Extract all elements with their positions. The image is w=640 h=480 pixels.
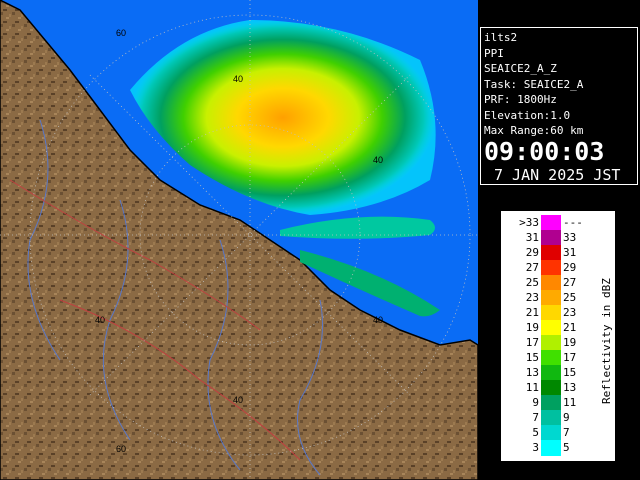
legend-swatch xyxy=(541,230,561,246)
elevation-value: Elevation:1.0 xyxy=(484,108,571,122)
radar-ppi-map[interactable]: 60 40 40 40 40 40 60 xyxy=(0,0,478,480)
legend-swatch xyxy=(541,245,561,261)
legend-lower-bound: 3 xyxy=(532,441,539,454)
legend-swatch xyxy=(541,425,561,441)
legend-lower-bound: 9 xyxy=(532,396,539,409)
legend-upper-bound: 23 xyxy=(563,306,577,319)
reflectivity-legend: Reflectivity in dBZ >33 --- 31 33 29 31 27 29 25… xyxy=(500,210,616,462)
legend-swatch xyxy=(541,275,561,291)
legend-row: 23 25 xyxy=(501,290,617,306)
legend-upper-bound: 17 xyxy=(563,351,577,364)
legend-swatch xyxy=(541,305,561,321)
legend-upper-bound: 5 xyxy=(563,441,570,454)
legend-lower-bound: 5 xyxy=(532,426,539,439)
legend-swatch xyxy=(541,290,561,306)
legend-row: >33 --- xyxy=(501,215,617,231)
legend-row: 31 33 xyxy=(501,230,617,246)
legend-upper-bound: 13 xyxy=(563,381,577,394)
legend-upper-bound: --- xyxy=(563,216,583,229)
legend-row: 21 23 xyxy=(501,305,617,321)
prf-value: PRF: 1800Hz xyxy=(484,93,557,106)
legend-swatch xyxy=(541,380,561,396)
legend-swatch xyxy=(541,335,561,351)
legend-upper-bound: 29 xyxy=(563,261,577,274)
legend-swatch xyxy=(541,215,561,231)
legend-row: 35 xyxy=(501,440,617,456)
legend-row: 25 27 xyxy=(501,275,617,291)
ring-label-60-top: 60 xyxy=(116,28,126,38)
ring-label-40-bottom: 40 xyxy=(233,395,243,405)
ring-label-40-left: 40 xyxy=(95,315,105,325)
legend-upper-bound: 11 xyxy=(563,396,577,409)
legend-upper-bound: 25 xyxy=(563,291,577,304)
legend-row: 57 xyxy=(501,425,617,441)
legend-lower-bound: 23 xyxy=(525,291,539,304)
legend-upper-bound: 33 xyxy=(563,231,577,244)
product-name: SEAICE2_A_Z xyxy=(484,62,557,75)
legend-row: 27 29 xyxy=(501,260,617,276)
observation-time: 09:00:03 xyxy=(484,136,605,166)
legend-row: 19 21 xyxy=(501,320,617,336)
legend-swatch xyxy=(541,440,561,456)
legend-upper-bound: 31 xyxy=(563,246,577,259)
legend-swatch xyxy=(541,350,561,366)
legend-lower-bound: 11 xyxy=(525,381,539,394)
legend-upper-bound: 27 xyxy=(563,276,577,289)
legend-swatch xyxy=(541,365,561,381)
ring-label-60-bottom: 60 xyxy=(116,444,126,454)
legend-upper-bound: 7 xyxy=(563,426,570,439)
observation-date: 7 JAN 2025 JST xyxy=(494,165,621,184)
legend-upper-bound: 19 xyxy=(563,336,577,349)
legend-swatch xyxy=(541,395,561,411)
ring-label-40-top: 40 xyxy=(233,74,243,84)
legend-upper-bound: 9 xyxy=(563,411,570,424)
ring-label-40-right: 40 xyxy=(373,155,383,165)
legend-lower-bound: 19 xyxy=(525,321,539,334)
legend-swatch xyxy=(541,260,561,276)
legend-lower-bound: 25 xyxy=(525,276,539,289)
legend-swatch xyxy=(541,320,561,336)
legend-row: 13 15 xyxy=(501,365,617,381)
scan-mode: PPI xyxy=(484,46,504,60)
legend-upper-bound: 21 xyxy=(563,321,577,334)
ring-label-40-right-low: 40 xyxy=(373,315,383,325)
legend-upper-bound: 15 xyxy=(563,366,577,379)
legend-lower-bound: 21 xyxy=(525,306,539,319)
legend-lower-bound: 27 xyxy=(525,261,539,274)
legend-lower-bound: 17 xyxy=(525,336,539,349)
legend-row: 29 31 xyxy=(501,245,617,261)
legend-row: 79 xyxy=(501,410,617,426)
radar-name: ilts2 xyxy=(484,31,518,44)
legend-lower-bound: 31 xyxy=(525,231,539,244)
legend-lower-bound: 15 xyxy=(525,351,539,364)
legend-swatch xyxy=(541,410,561,426)
radar-info-panel: ilts2 PPI SEAICE2_A_Z Task: SEAICE2_A PR… xyxy=(480,27,638,185)
legend-lower-bound: 7 xyxy=(532,411,539,424)
legend-lower-bound: 13 xyxy=(525,366,539,379)
task-name: Task: SEAICE2_A xyxy=(484,77,584,91)
legend-lower-bound: >33 xyxy=(519,216,539,229)
legend-lower-bound: 29 xyxy=(525,246,539,259)
legend-row: 15 17 xyxy=(501,350,617,366)
legend-row: 17 19 xyxy=(501,335,617,351)
legend-row: 9 11 xyxy=(501,395,617,411)
legend-row: 11 13 xyxy=(501,380,617,396)
